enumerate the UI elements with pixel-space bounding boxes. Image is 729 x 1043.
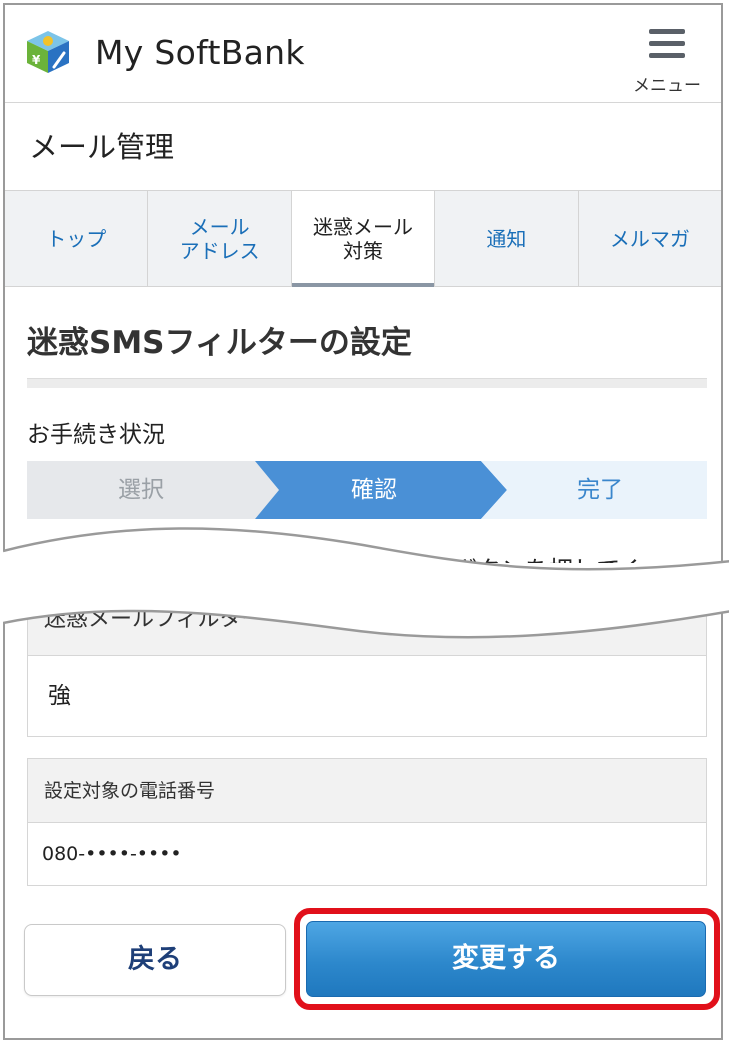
svg-text:¥: ¥ — [32, 53, 41, 67]
menu-button[interactable]: メニュー — [627, 25, 707, 96]
mail-tabs: トップ メール アドレス 迷惑メール 対策 通知 メルマガ — [5, 190, 721, 287]
tab-mail-magazine[interactable]: メルマガ — [578, 191, 721, 286]
procedure-status-label: お手続き状況 — [27, 422, 165, 448]
phone-number-field: 設定対象の電話番号 080-••••-•••• — [27, 758, 707, 886]
heading-divider — [27, 378, 707, 388]
step-complete: 完了 — [577, 477, 623, 503]
back-button[interactable]: 戻る — [24, 924, 286, 996]
phone-number-value: 080-••••-•••• — [28, 823, 706, 885]
page-heading: 迷惑SMSフィルターの設定 — [27, 325, 412, 361]
section-title: メール管理 — [5, 104, 721, 190]
tab-spam-measures[interactable]: 迷惑メール 対策 — [291, 191, 436, 287]
tab-notification[interactable]: 通知 — [435, 191, 579, 286]
torn-page-divider — [3, 527, 729, 639]
screenshot-frame: ¥ My SoftBank メニュー メール管理 トップ メール アドレス 迷惑… — [3, 3, 729, 1040]
step-confirm: 確認 — [351, 477, 397, 503]
softbank-cube-logo-icon[interactable]: ¥ — [25, 29, 71, 75]
upper-section: ¥ My SoftBank メニュー メール管理 トップ メール アドレス 迷惑… — [3, 3, 723, 563]
step-select: 選択 — [118, 477, 164, 503]
progress-steps: 選択 確認 完了 — [27, 461, 707, 519]
tab-top[interactable]: トップ — [5, 191, 149, 286]
phone-number-header: 設定対象の電話番号 — [28, 759, 706, 823]
brand-title[interactable]: My SoftBank — [95, 33, 305, 72]
site-header: ¥ My SoftBank メニュー — [5, 5, 721, 103]
hamburger-icon — [649, 29, 685, 59]
change-button[interactable]: 変更する — [306, 921, 706, 997]
menu-label: メニュー — [633, 76, 701, 96]
spam-filter-value: 強 — [28, 656, 706, 736]
tab-mail-address[interactable]: メール アドレス — [148, 191, 292, 286]
